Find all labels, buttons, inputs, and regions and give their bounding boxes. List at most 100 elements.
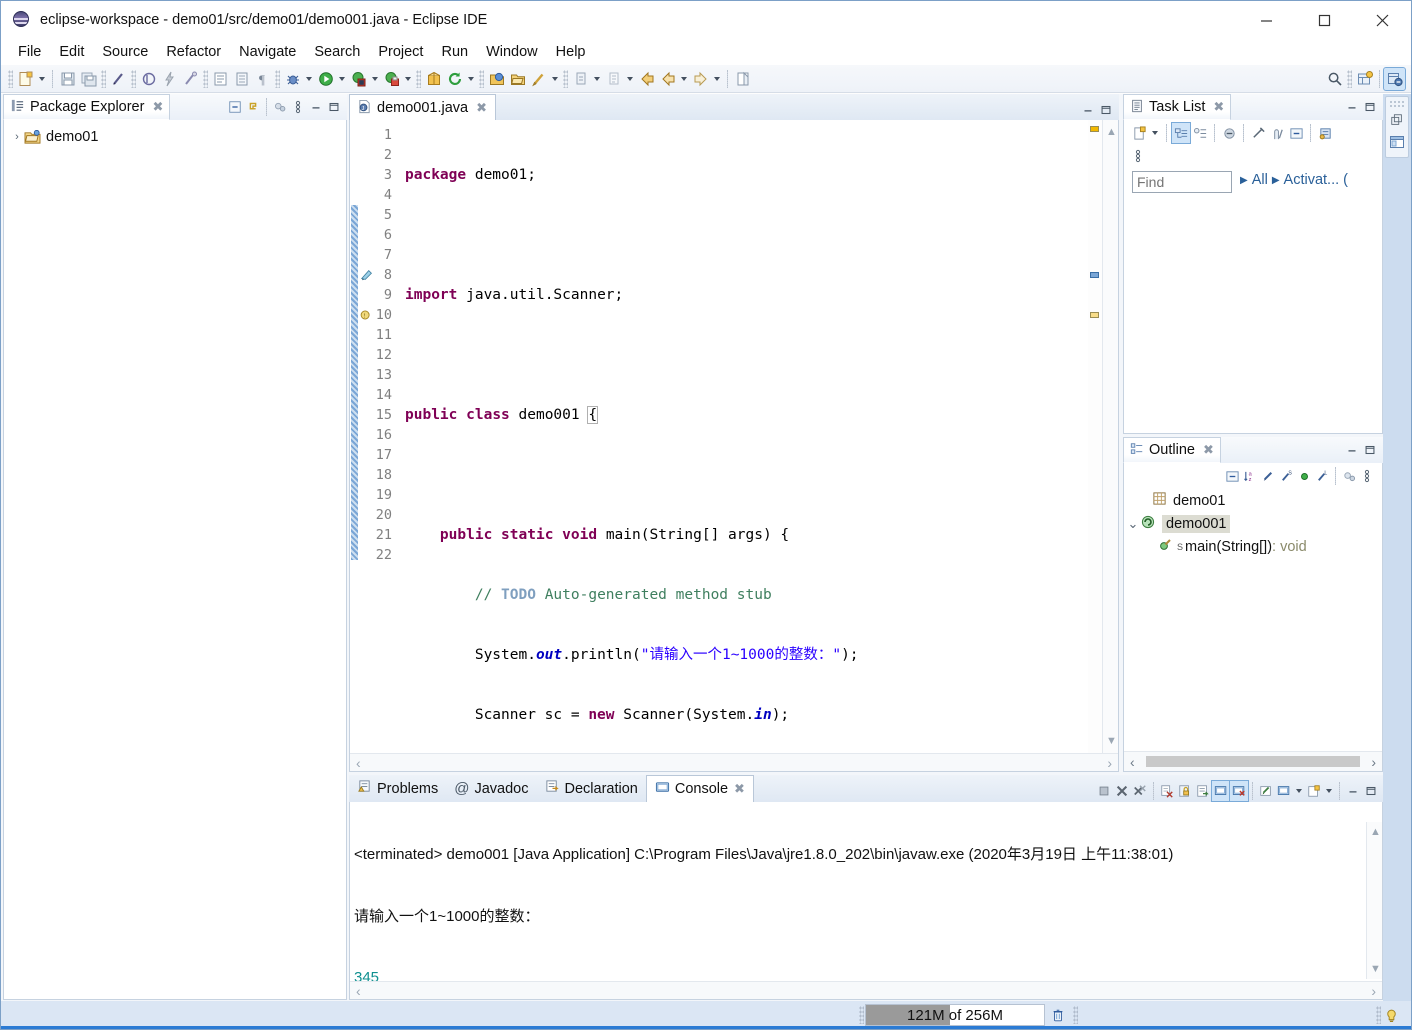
hide-local-types-button[interactable]: L: [1313, 466, 1331, 486]
lightbulb-icon[interactable]: [1384, 1005, 1399, 1026]
toolbar-grip[interactable]: [101, 69, 106, 88]
menu-file[interactable]: File: [9, 41, 50, 63]
menu-source[interactable]: Source: [93, 41, 157, 63]
line-number-ruler[interactable]: 1 2 3 4 5 6 7 8 9 10 11 12 13 14 15 16 1…: [359, 120, 397, 771]
categorized-mode-button[interactable]: [1171, 122, 1191, 144]
maximize-window-button[interactable]: [1295, 1, 1353, 39]
open-folder-yellow-button[interactable]: [507, 68, 528, 90]
open-console-button[interactable]: [1305, 781, 1323, 801]
sort-az-button[interactable]: az: [1241, 466, 1259, 486]
new-class-button[interactable]: [180, 68, 201, 90]
clear-console-button[interactable]: [1158, 781, 1176, 801]
save-button[interactable]: [57, 68, 78, 90]
restore-tasks-button[interactable]: [1316, 123, 1334, 143]
next-annotation-button[interactable]: [570, 68, 591, 90]
minimize-button[interactable]: [307, 97, 325, 117]
editor-vertical-scrollbar[interactable]: ▲ ▼: [1102, 120, 1118, 771]
scroll-right-icon[interactable]: ›: [1371, 983, 1376, 999]
menu-refactor[interactable]: Refactor: [157, 41, 230, 63]
status-grip[interactable]: [1376, 1006, 1381, 1024]
status-grip[interactable]: [859, 1006, 864, 1024]
minimize-button[interactable]: [1079, 100, 1097, 120]
console-output-body[interactable]: <terminated> demo001 [Java Application] …: [349, 802, 1383, 1000]
next-annotation-dropdown[interactable]: [591, 68, 603, 90]
tab-task-list[interactable]: Task List ✖: [1123, 94, 1232, 120]
filter-all-link[interactable]: All: [1252, 172, 1268, 188]
remove-all-terminated-button[interactable]: [1131, 781, 1149, 801]
console-vertical-scrollbar[interactable]: ▲ ▼: [1366, 822, 1382, 979]
tab-console[interactable]: Console ✖: [645, 775, 754, 802]
toolbar-grip[interactable]: [131, 69, 136, 88]
collapse-all-button[interactable]: [226, 97, 244, 117]
toolbar-grip[interactable]: [8, 69, 13, 88]
scroll-thumb[interactable]: [1146, 756, 1360, 767]
fast-view-grip[interactable]: [1389, 100, 1405, 107]
maximize-button[interactable]: [1362, 781, 1380, 801]
previous-annotation-button[interactable]: [603, 68, 624, 90]
outline-horizontal-scrollbar[interactable]: ‹ ›: [1124, 751, 1382, 771]
open-perspective-icon[interactable]: [1354, 68, 1375, 90]
scroll-left-icon[interactable]: ‹: [356, 755, 361, 771]
minimize-button[interactable]: [1343, 97, 1361, 117]
refresh-dropdown[interactable]: [465, 68, 477, 90]
close-window-button[interactable]: [1353, 1, 1411, 39]
lightning-build-button[interactable]: [159, 68, 180, 90]
new-package-button[interactable]: [423, 68, 444, 90]
overview-occurrence-marker[interactable]: [1090, 272, 1099, 278]
wand-dropdown[interactable]: [549, 68, 561, 90]
remove-launch-button[interactable]: [1113, 781, 1131, 801]
show-console-on-error-button[interactable]: [1229, 780, 1249, 802]
coverage-dropdown[interactable]: [402, 68, 414, 90]
collapse-all-button[interactable]: [1287, 123, 1305, 143]
display-console-dropdown[interactable]: [1293, 780, 1305, 802]
debug-button[interactable]: [282, 68, 303, 90]
menu-project[interactable]: Project: [369, 41, 432, 63]
debug-dropdown[interactable]: [303, 68, 315, 90]
synchronize-button[interactable]: [1220, 123, 1238, 143]
toolbar-grip[interactable]: [563, 69, 568, 88]
maximize-button[interactable]: [1097, 100, 1115, 120]
tab-outline[interactable]: Outline ✖: [1123, 437, 1221, 463]
scroll-down-icon[interactable]: ▼: [1370, 963, 1381, 975]
heap-status-monitor[interactable]: 121M of 256M: [865, 1004, 1045, 1026]
new-wizard-button[interactable]: [15, 68, 36, 90]
toolbar-grip[interactable]: [275, 69, 280, 88]
code-area[interactable]: 1 2 3 4 5 6 7 8 9 10 11 12 13 14 15 16 1…: [350, 120, 1118, 771]
focus-task-button[interactable]: [271, 97, 289, 117]
hide-static-button[interactable]: S: [1277, 466, 1295, 486]
search-icon[interactable]: [1324, 68, 1345, 90]
tab-javadoc[interactable]: @ Javadoc: [446, 775, 536, 802]
trash-icon[interactable]: [1047, 1005, 1069, 1025]
tab-package-explorer[interactable]: Package Explorer ✖: [3, 94, 171, 120]
scroll-right-icon[interactable]: ›: [1371, 754, 1376, 770]
scroll-left-icon[interactable]: ‹: [1130, 754, 1135, 770]
minimize-button[interactable]: [1343, 440, 1361, 460]
editor-horizontal-scrollbar[interactable]: ‹ ›: [350, 753, 1118, 771]
toolbar-grip[interactable]: [203, 69, 208, 88]
maximize-button[interactable]: [1361, 97, 1379, 117]
tab-declaration[interactable]: Declaration: [537, 775, 646, 802]
run-button[interactable]: [315, 68, 336, 90]
twisty-icon[interactable]: ⌄: [1126, 516, 1140, 532]
terminate-all-button[interactable]: [1095, 781, 1113, 801]
filter-overflow-icon[interactable]: (: [1343, 172, 1348, 188]
back-history-button[interactable]: [657, 68, 678, 90]
scroll-lock-button[interactable]: [1176, 781, 1194, 801]
pin-console-button[interactable]: [1257, 781, 1275, 801]
scroll-left-icon[interactable]: ‹: [356, 983, 361, 999]
minimize-button[interactable]: [1344, 781, 1362, 801]
forward-button[interactable]: [690, 68, 711, 90]
menu-run[interactable]: Run: [432, 41, 477, 63]
external-tools-button[interactable]: [348, 68, 369, 90]
view-menu-button[interactable]: [1358, 466, 1376, 486]
menu-search[interactable]: Search: [305, 41, 369, 63]
toolbar-grip[interactable]: [416, 69, 421, 88]
refresh-button[interactable]: [444, 68, 465, 90]
show-console-on-output-button[interactable]: [1211, 780, 1231, 802]
overview-ruler[interactable]: [1088, 120, 1102, 771]
close-icon[interactable]: ✖: [476, 100, 487, 116]
java-project-button[interactable]: [138, 68, 159, 90]
pen-strike-button[interactable]: [108, 68, 129, 90]
coverage-button[interactable]: [381, 68, 402, 90]
console-text[interactable]: <terminated> demo001 [Java Application] …: [354, 804, 1360, 986]
